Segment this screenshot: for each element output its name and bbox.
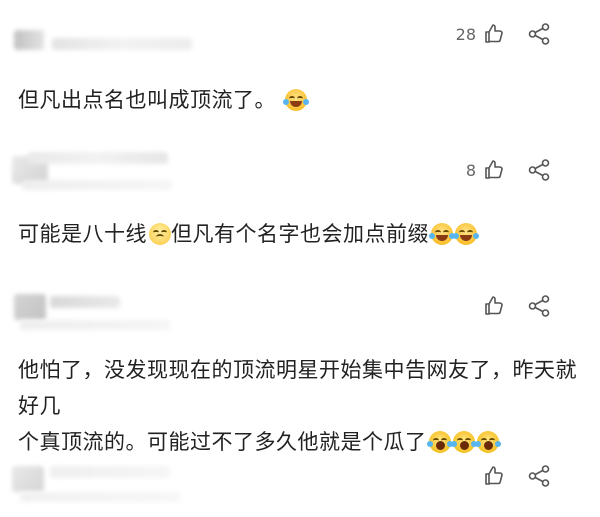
comment-text-3-line1: 他怕了，没发现现在的顶流明星开始集中告网友了，昨天就好几 [18,358,577,418]
comment-item-1: 28 但凡出点名也叫成顶流了。 [0,0,600,130]
thumbs-up-icon[interactable] [482,158,506,182]
comment-item-3: 他怕了，没发现现在的顶流明星开始集中告网友了，昨天就好几 个真顶流的。可能过不了… [0,270,600,454]
user-meta-blurred[interactable] [20,492,180,502]
comment-actions [482,464,552,488]
share-icon[interactable] [526,158,552,182]
user-meta-blurred[interactable] [20,320,170,330]
avatar[interactable] [12,466,44,492]
comment-text-1: 但凡出点名也叫成顶流了。 [18,88,276,112]
thumbs-up-icon[interactable] [482,464,506,488]
like-count: 28 [455,24,476,44]
laughing-crying-emoji [283,89,310,111]
laughing-crying-emoji [429,223,455,245]
username-blurred[interactable] [52,38,192,50]
share-icon[interactable] [526,464,552,488]
username-blurred[interactable] [50,296,120,308]
comment-text: 可能是八十线 但凡有个名字也会加点前缀 [18,216,582,252]
comment-actions: 28 [456,22,552,46]
comment-text-2a: 可能是八十线 [18,222,147,246]
laughing-crying-emoji [453,223,479,245]
like-count: 8 [465,160,476,180]
comment-item-2: 8 可能是八十线 但凡有个名字也会加点前缀 [0,130,600,270]
avatar[interactable] [14,294,46,320]
share-icon[interactable] [526,22,552,46]
comment-text-2b: 但凡有个名字也会加点前缀 [171,222,429,246]
comment-text: 但凡出点名也叫成顶流了。 [18,82,582,118]
sad-face-emoji [149,223,171,245]
avatar[interactable] [14,30,44,50]
comment-actions [482,294,552,318]
share-icon[interactable] [526,294,552,318]
thumbs-up-icon[interactable] [482,294,506,318]
comment-item-4 [0,440,600,517]
thumbs-up-icon[interactable] [482,22,506,46]
comment-actions: 8 [466,158,552,182]
user-meta-blurred[interactable] [22,180,172,190]
username-blurred[interactable] [28,152,168,164]
username-blurred[interactable] [50,466,170,478]
